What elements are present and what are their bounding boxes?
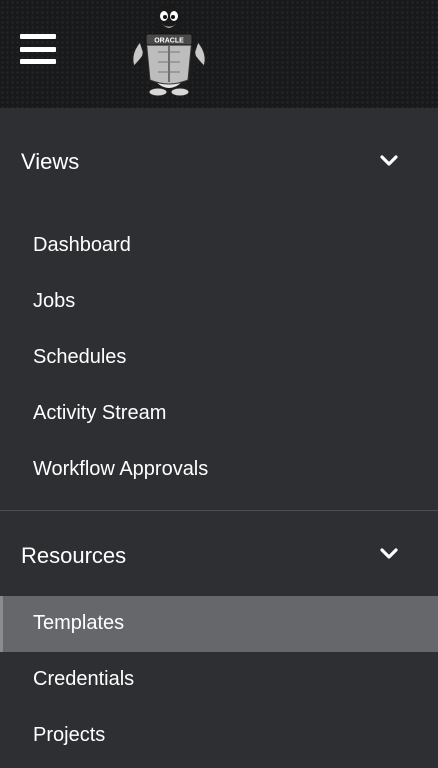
sidebar-item-label: Workflow Approvals xyxy=(33,458,209,480)
sidebar-item-activity-stream[interactable]: Activity Stream xyxy=(0,386,438,442)
nav-group-resources[interactable]: Resources xyxy=(0,511,438,596)
nav-group-views-list: Dashboard Jobs Schedules Activity Stream… xyxy=(0,218,438,510)
chevron-down-icon[interactable] xyxy=(376,541,402,567)
sidebar-item-label: Schedules xyxy=(33,346,127,368)
sidebar-item-jobs[interactable]: Jobs xyxy=(0,274,438,330)
sidebar-item-workflow-approvals[interactable]: Workflow Approvals xyxy=(0,442,438,498)
nav-group-title: Resources xyxy=(21,543,127,568)
oracle-tux-penguin-logo: ORACLE xyxy=(132,5,206,97)
sidebar-item-projects[interactable]: Projects xyxy=(0,708,438,764)
chevron-down-icon[interactable] xyxy=(376,148,402,174)
nav-group-title: Views xyxy=(21,149,80,174)
sidebar-item-label: Projects xyxy=(33,724,106,746)
sidebar-item-label: Credentials xyxy=(33,668,135,690)
sidebar-item-label: Templates xyxy=(33,612,125,634)
masthead: ORACLE xyxy=(0,0,438,108)
sidebar-item-credentials[interactable]: Credentials xyxy=(0,652,438,708)
sidebar-item-dashboard[interactable]: Dashboard xyxy=(0,218,438,274)
sidebar-nav: Views Dashboard Jobs Schedules Activity … xyxy=(0,108,438,768)
sidebar-item-schedules[interactable]: Schedules xyxy=(0,330,438,386)
logo-text: ORACLE xyxy=(154,38,184,45)
sidebar-item-templates[interactable]: Templates xyxy=(0,596,438,652)
sidebar-item-label: Activity Stream xyxy=(33,402,167,424)
nav-group-views[interactable]: Views xyxy=(0,108,438,218)
sidebar-item-label: Dashboard xyxy=(33,234,131,256)
hamburger-menu-icon[interactable] xyxy=(20,34,56,64)
sidebar-item-label: Jobs xyxy=(33,290,76,312)
